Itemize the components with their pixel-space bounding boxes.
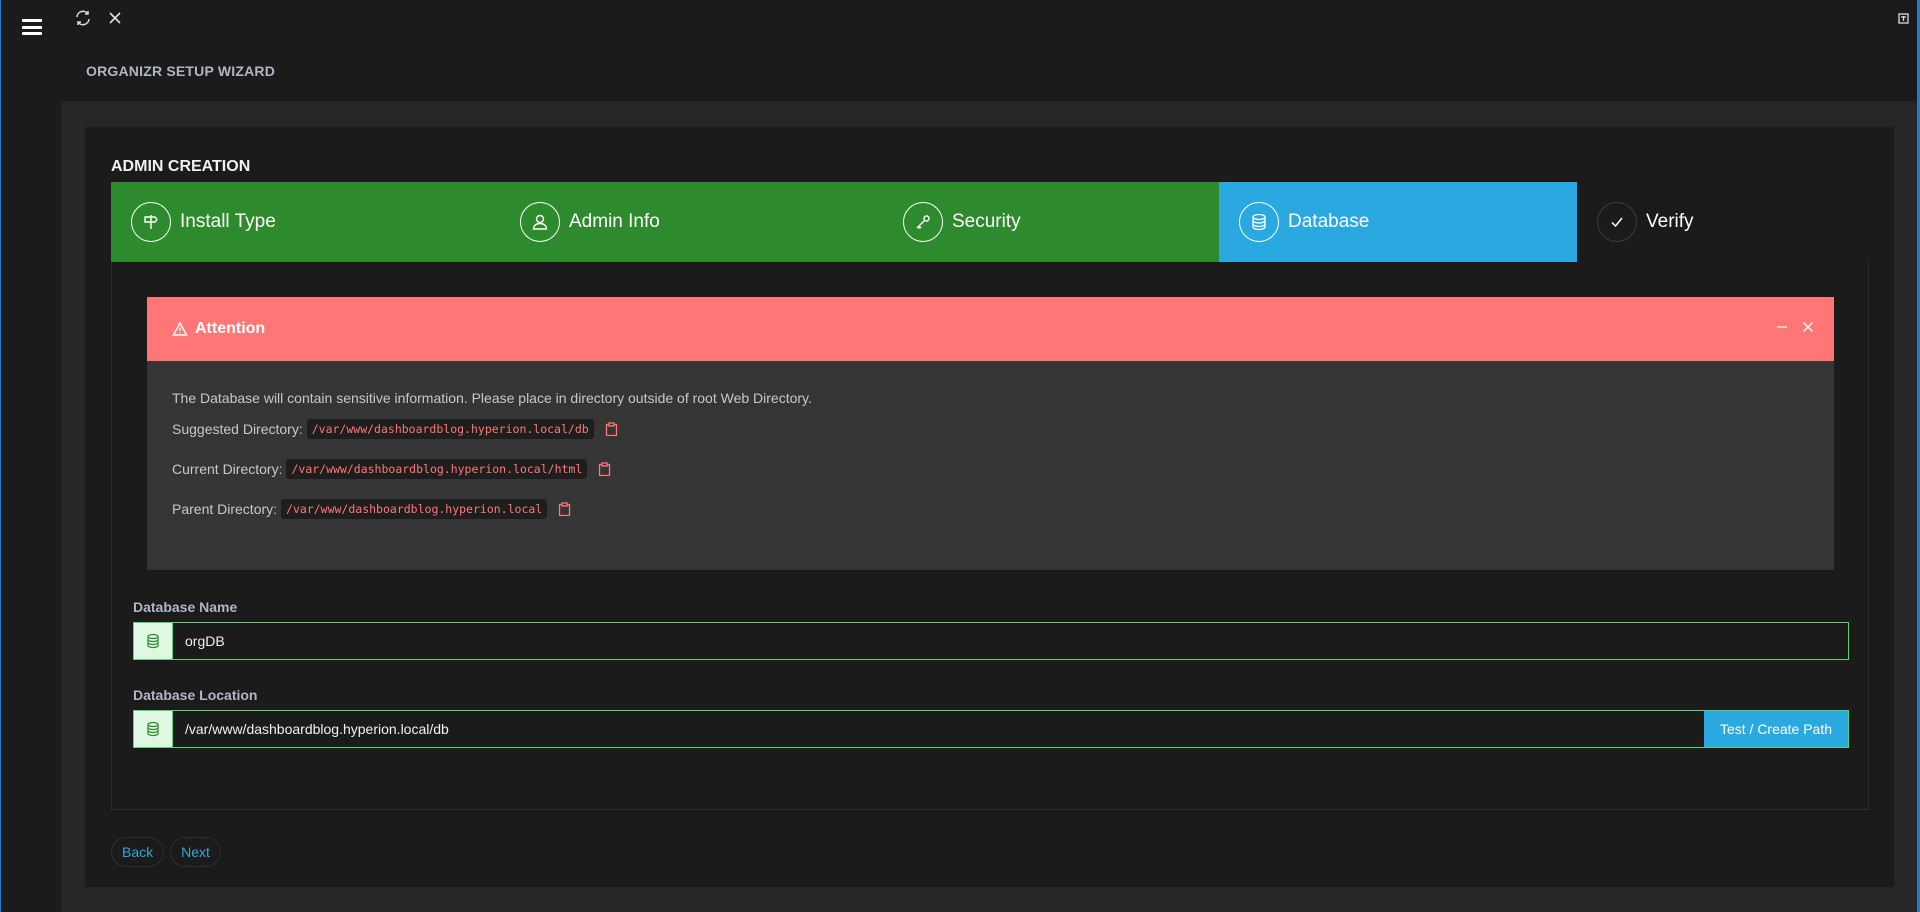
clipboard-icon[interactable] [558,502,571,517]
minimize-icon[interactable] [1776,321,1788,333]
wizard-card: ADMIN CREATION Install Type Admin Info S… [85,127,1894,887]
close-icon[interactable] [105,8,125,28]
suggested-path: /var/www/dashboardblog.hyperion.local/db [306,419,594,440]
db-location-input[interactable] [173,711,1704,747]
refresh-icon[interactable] [73,8,93,28]
attention-alert: Attention The Database will contain sens… [147,297,1834,570]
step-database[interactable]: Database [1219,182,1577,262]
signpost-icon [131,202,171,242]
database-icon [1239,202,1279,242]
database-icon [134,623,173,659]
sidebar [0,0,61,912]
wizard-nav: Back Next [111,837,221,867]
step-label: Verify [1646,211,1694,232]
alert-title: Attention [195,320,266,337]
step-install-type[interactable]: Install Type [111,182,500,262]
db-name-label: Database Name [133,599,238,615]
top-bar [61,0,1920,38]
warning-icon [172,321,188,337]
card-title: ADMIN CREATION [111,158,251,175]
alert-message: The Database will contain sensitive info… [172,390,812,406]
page-header: ORGANIZR SETUP WIZARD [61,38,1917,101]
wizard-body: Attention The Database will contain sens… [111,262,1869,810]
page-title: ORGANIZR SETUP WIZARD [86,63,276,79]
close-alert-icon[interactable] [1802,321,1814,333]
key-icon [903,202,943,242]
current-path: /var/www/dashboardblog.hyperion.local/ht… [286,459,588,480]
parent-path: /var/www/dashboardblog.hyperion.local [281,499,548,520]
step-label: Database [1288,211,1370,232]
db-location-group: Test / Create Path [133,710,1849,748]
database-icon [134,711,173,747]
user-icon [520,202,560,242]
test-create-path-button[interactable]: Test / Create Path [1704,711,1848,747]
current-directory: Current Directory: /var/www/dashboardblo… [172,459,1809,480]
db-location-label: Database Location [133,687,258,703]
back-button[interactable]: Back [111,837,165,867]
wizard-steps: Install Type Admin Info Security Databas… [111,182,1869,262]
clipboard-icon[interactable] [605,422,618,437]
alert-header: Attention [147,297,1834,361]
step-admin-info[interactable]: Admin Info [500,182,883,262]
step-label: Install Type [180,211,276,232]
step-verify[interactable]: Verify [1577,182,1869,262]
step-label: Security [952,211,1021,232]
suggested-label: Suggested Directory: [172,421,303,438]
menu-icon[interactable] [22,19,42,35]
db-name-input[interactable] [173,623,1848,659]
language-icon[interactable] [1894,8,1914,28]
clipboard-icon[interactable] [598,462,611,477]
step-label: Admin Info [569,211,660,232]
parent-directory: Parent Directory: /var/www/dashboardblog… [172,499,1809,520]
step-security[interactable]: Security [883,182,1219,262]
check-icon [1597,202,1637,242]
current-label: Current Directory: [172,461,283,478]
next-button[interactable]: Next [170,837,221,867]
suggested-directory: Suggested Directory: /var/www/dashboardb… [172,419,1809,440]
db-name-group [133,622,1849,660]
parent-label: Parent Directory: [172,501,278,518]
